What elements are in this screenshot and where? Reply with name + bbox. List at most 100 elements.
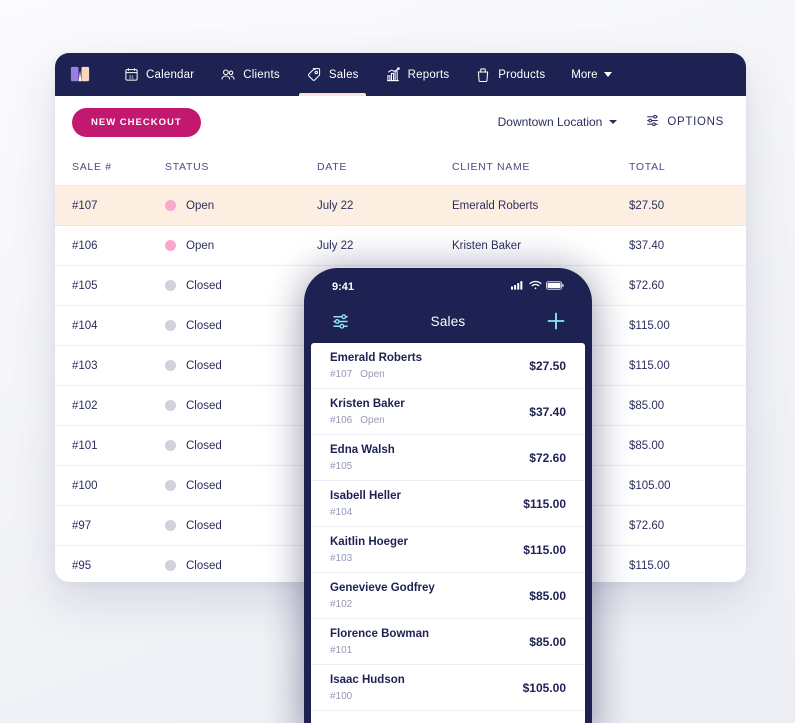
cell-status: Open bbox=[165, 200, 317, 212]
phone-item-info: Kaitlin Hoeger #103 bbox=[330, 535, 523, 564]
people-icon bbox=[220, 67, 236, 83]
phone-item-meta: #105 bbox=[330, 461, 529, 472]
toolbar-right-group: Downtown Location OPTIONS bbox=[498, 113, 724, 131]
cell-total: $72.60 bbox=[629, 279, 665, 292]
wifi-icon bbox=[529, 280, 542, 293]
cell-sale-number: #101 bbox=[72, 439, 98, 452]
phone-item-info: Genevieve Godfrey #102 bbox=[330, 581, 529, 610]
battery-icon bbox=[546, 280, 564, 293]
cell-total: $37.40 bbox=[629, 239, 665, 252]
logo-m-mark[interactable] bbox=[69, 63, 92, 86]
cell-total: $72.60 bbox=[629, 519, 665, 532]
phone-item-amount: $105.00 bbox=[522, 680, 566, 695]
phone-list-item[interactable]: Emerald Roberts #107 Open $27.50 bbox=[311, 343, 585, 389]
phone-item-sale-number: #102 bbox=[330, 598, 353, 610]
phone-list-item[interactable]: Isaac Hudson #100 $105.00 bbox=[311, 665, 585, 711]
status-dot-icon bbox=[165, 560, 176, 571]
nav-item-clients[interactable]: Clients bbox=[207, 53, 293, 96]
phone-filter-button[interactable] bbox=[328, 309, 352, 333]
phone-item-info: Kristen Baker #106 Open bbox=[330, 397, 529, 426]
cell-client-name: Kristen Baker bbox=[452, 239, 522, 252]
status-label: Closed bbox=[186, 559, 222, 572]
phone-list-item[interactable]: Genevieve Godfrey #102 $85.00 bbox=[311, 573, 585, 619]
table-row[interactable]: #107 Open July 22 Emerald Roberts $27.50 bbox=[55, 186, 746, 226]
cell-sale-number: #105 bbox=[72, 279, 98, 292]
nav-item-more[interactable]: More bbox=[558, 69, 625, 81]
phone-item-info: Isabell Heller #104 bbox=[330, 489, 523, 518]
cell-status: Closed bbox=[165, 280, 317, 292]
status-label: Closed bbox=[186, 519, 222, 532]
status-dot-icon bbox=[165, 320, 176, 331]
cell-status: Closed bbox=[165, 440, 317, 452]
phone-list-item[interactable]: Isabell Heller #104 $115.00 bbox=[311, 481, 585, 527]
phone-item-amount: $72.60 bbox=[529, 450, 566, 465]
cell-status: Closed bbox=[165, 480, 317, 492]
cell-total: $115.00 bbox=[629, 559, 670, 572]
phone-item-info: Isaac Hudson #100 bbox=[330, 673, 523, 702]
phone-add-button[interactable] bbox=[544, 309, 568, 333]
phone-item-client-name: Florence Bowman bbox=[330, 628, 430, 641]
calendar-icon: 31 bbox=[123, 67, 139, 83]
cell-status: Closed bbox=[165, 560, 317, 572]
cell-sale-number: #107 bbox=[72, 199, 98, 212]
status-dot-icon bbox=[165, 520, 176, 531]
phone-item-client-name: Kristen Baker bbox=[330, 398, 405, 411]
status-dot-icon bbox=[165, 400, 176, 411]
phone-item-meta: #106 Open bbox=[330, 415, 529, 426]
phone-item-amount: $115.00 bbox=[523, 542, 566, 557]
sliders-icon bbox=[645, 113, 660, 131]
chevron-down-icon bbox=[609, 120, 618, 124]
nav-item-calendar[interactable]: 31 Calendar bbox=[110, 53, 207, 96]
nav-item-list: 31 Calendar Clients Sales Reports Produc… bbox=[110, 53, 558, 96]
options-button[interactable]: OPTIONS bbox=[645, 113, 724, 131]
phone-item-amount: $85.00 bbox=[529, 634, 566, 649]
bar-chart-icon bbox=[385, 66, 401, 83]
nav-item-sales[interactable]: Sales bbox=[293, 53, 372, 96]
phone-item-sale-number: #106 bbox=[330, 414, 353, 426]
status-label: Closed bbox=[186, 359, 222, 372]
phone-list-item[interactable]: Edna Walsh #105 $72.60 bbox=[311, 435, 585, 481]
phone-item-status: Open bbox=[360, 414, 385, 426]
nav-more-label: More bbox=[571, 68, 598, 81]
phone-sales-list[interactable]: Emerald Roberts #107 Open $27.50 Kristen Bak… bbox=[311, 343, 585, 723]
phone-item-info: Edna Walsh #105 bbox=[330, 443, 529, 472]
phone-list-item[interactable]: Kaitlin Hoeger #103 $115.00 bbox=[311, 527, 585, 573]
phone-item-sale-number: #104 bbox=[330, 506, 353, 518]
status-label: Closed bbox=[186, 399, 222, 412]
table-row[interactable]: #106 Open July 22 Kristen Baker $37.40 bbox=[55, 226, 746, 266]
phone-item-meta: #102 bbox=[330, 599, 529, 610]
nav-item-reports[interactable]: Reports bbox=[372, 53, 463, 96]
column-header-date: DATE bbox=[317, 160, 348, 173]
cell-total: $105.00 bbox=[629, 479, 671, 492]
phone-item-sale-number: #107 bbox=[330, 368, 353, 380]
status-dot-icon bbox=[165, 480, 176, 491]
status-dot-icon bbox=[165, 280, 176, 291]
column-header-sale: SALE # bbox=[72, 160, 112, 173]
phone-item-sale-number: #101 bbox=[330, 644, 353, 656]
phone-item-client-name: Emerald Roberts bbox=[330, 352, 423, 365]
status-bar-indicators bbox=[511, 280, 564, 293]
location-selector[interactable]: Downtown Location bbox=[498, 115, 618, 129]
phone-list-item[interactable]: Kristen Baker #106 Open $37.40 bbox=[311, 389, 585, 435]
cell-date: July 22 bbox=[317, 199, 354, 212]
phone-item-info: Emerald Roberts #107 Open bbox=[330, 351, 529, 380]
status-label: Closed bbox=[186, 479, 222, 492]
cell-total: $85.00 bbox=[629, 399, 665, 412]
phone-item-meta: #103 bbox=[330, 553, 523, 564]
new-checkout-button[interactable]: NEW CHECKOUT bbox=[72, 107, 201, 137]
cell-total: $85.00 bbox=[629, 439, 665, 452]
nav-item-products[interactable]: Products bbox=[462, 53, 558, 96]
phone-app-header: Sales bbox=[311, 299, 585, 343]
status-label: Open bbox=[186, 199, 215, 212]
top-navigation-bar: 31 Calendar Clients Sales Reports Produc… bbox=[55, 53, 746, 96]
phone-item-meta: #107 Open bbox=[330, 369, 529, 380]
cell-status: Closed bbox=[165, 360, 317, 372]
phone-item-sale-number: #103 bbox=[330, 552, 353, 564]
shopping-bag-icon bbox=[475, 67, 491, 83]
phone-item-meta: #104 bbox=[330, 507, 523, 518]
status-dot-icon bbox=[165, 200, 176, 211]
cell-sale-number: #104 bbox=[72, 319, 98, 332]
tag-icon bbox=[306, 67, 322, 83]
cellular-signal-icon bbox=[511, 280, 525, 293]
phone-list-item[interactable]: Florence Bowman #101 $85.00 bbox=[311, 619, 585, 665]
